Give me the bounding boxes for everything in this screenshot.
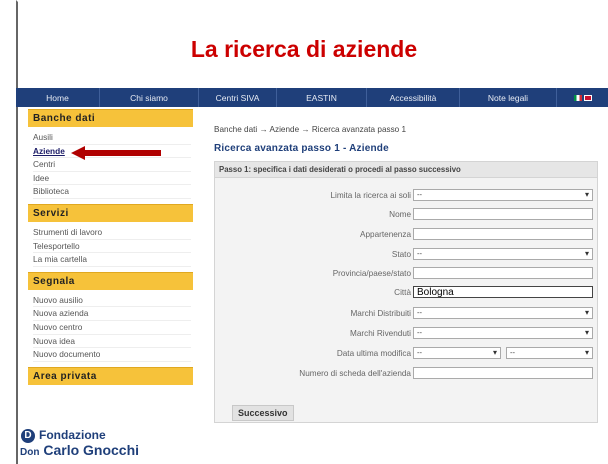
step-instruction: Passo 1: specifica i dati desiderati o p…	[215, 162, 597, 178]
nav-eastin[interactable]: EASTIN	[277, 88, 367, 107]
form-row: Data ultima modifica -- --	[215, 347, 599, 360]
sidebar-item-nuovo-ausilio[interactable]: Nuovo ausilio	[33, 294, 191, 308]
field-label: Città	[394, 288, 411, 297]
section-area-privata: Area privata	[28, 366, 193, 385]
form-row: Numero di scheda dell'azienda	[215, 367, 599, 380]
section-banche-dati: Banche dati	[28, 109, 193, 127]
fondazione-logo: D Fondazione Don Carlo Gnocchi	[20, 428, 140, 458]
form-row: Provincia/paese/stato	[215, 267, 599, 280]
uk-flag-icon[interactable]	[583, 94, 592, 101]
limita-ricerca-select[interactable]: --	[413, 189, 593, 201]
nav-home[interactable]: Home	[16, 88, 100, 107]
nome-input[interactable]	[413, 208, 593, 220]
sidebar-item-nuovo-documento[interactable]: Nuovo documento	[33, 348, 191, 362]
provincia-input[interactable]	[413, 267, 593, 279]
nav-centri-siva[interactable]: Centri SIVA	[199, 88, 277, 107]
form-row: Limita la ricerca ai soli --	[215, 189, 599, 202]
section-servizi: Servizi	[28, 203, 193, 222]
numero-scheda-input[interactable]	[413, 367, 593, 379]
nav-note-legali[interactable]: Note legali	[460, 88, 557, 107]
section-segnala: Segnala	[28, 271, 193, 290]
sidebar-item-idee[interactable]: Idee	[33, 172, 191, 186]
form-row: Nome	[215, 208, 599, 221]
page-title: Ricerca avanzata passo 1 - Aziende	[214, 143, 389, 154]
nav-chi-siamo[interactable]: Chi siamo	[100, 88, 199, 107]
form-row: Marchi Distribuiti --	[215, 307, 599, 320]
top-navbar: Home Chi siamo Centri SIVA EASTIN Access…	[16, 88, 608, 107]
sidebar-item-strumenti[interactable]: Strumenti di lavoro	[33, 226, 191, 240]
field-label: Stato	[391, 250, 411, 259]
data-modifica-select-2[interactable]: --	[506, 347, 593, 359]
slide-title: La ricerca di aziende	[190, 36, 418, 62]
red-arrow-icon	[71, 146, 161, 160]
stato-select[interactable]: --	[413, 248, 593, 260]
sidebar-item-centri[interactable]: Centri	[33, 158, 191, 172]
field-label: Marchi Rivenduti	[350, 329, 411, 338]
field-label: Limita la ricerca ai soli	[330, 191, 411, 200]
field-label: Provincia/paese/stato	[332, 269, 411, 278]
sidebar-item-nuovo-centro[interactable]: Nuovo centro	[33, 321, 191, 335]
italian-flag-icon[interactable]	[573, 94, 582, 101]
sidebar-item-ausili[interactable]: Ausili	[33, 131, 191, 145]
sidebar-item-biblioteca[interactable]: Biblioteca	[33, 185, 191, 199]
sidebar-item-nuova-idea[interactable]: Nuova idea	[33, 335, 191, 349]
form-row: Stato --	[215, 248, 599, 261]
search-form: Passo 1: specifica i dati desiderati o p…	[214, 161, 598, 423]
logo-mark-icon: D	[21, 429, 35, 443]
form-row: Città Bologna	[215, 286, 599, 299]
successivo-button[interactable]: Successivo	[232, 405, 294, 421]
sidebar-item-telesportello[interactable]: Telesportello	[33, 240, 191, 254]
field-label: Nome	[389, 210, 411, 219]
data-modifica-select[interactable]: --	[413, 347, 501, 359]
citta-input[interactable]: Bologna	[413, 286, 593, 298]
language-selector	[557, 88, 608, 107]
nav-accessibilita[interactable]: Accessibilità	[367, 88, 460, 107]
appartenenza-input[interactable]	[413, 228, 593, 240]
form-row: Appartenenza	[215, 228, 599, 241]
form-row: Marchi Rivenduti --	[215, 327, 599, 340]
sidebar-item-nuova-azienda[interactable]: Nuova azienda	[33, 307, 191, 321]
marchi-distribuiti-select[interactable]: --	[413, 307, 593, 319]
field-label: Numero di scheda dell'azienda	[299, 369, 411, 378]
sidebar-item-cartella[interactable]: La mia cartella	[33, 253, 191, 267]
field-label: Appartenenza	[360, 230, 411, 239]
marchi-rivenduti-select[interactable]: --	[413, 327, 593, 339]
breadcrumb: Banche dati → Aziende → Ricerca avanzata…	[214, 125, 407, 134]
field-label: Data ultima modifica	[336, 349, 411, 358]
field-label: Marchi Distribuiti	[350, 309, 411, 318]
